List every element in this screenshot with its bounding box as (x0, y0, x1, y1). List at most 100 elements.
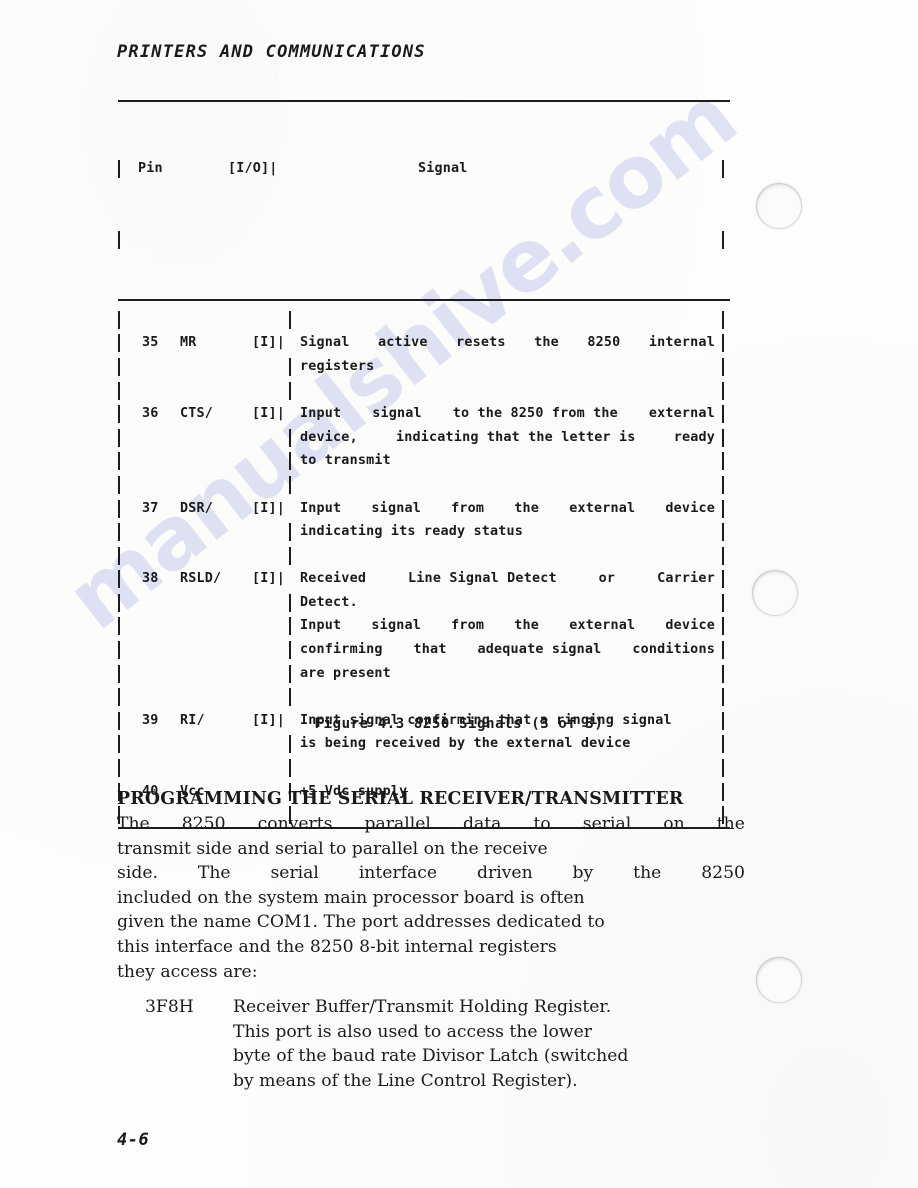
pin-number: 35 (142, 335, 159, 351)
paragraph-word: the (633, 863, 662, 884)
table-row: is being received by the external device (118, 732, 730, 756)
table-column-divider (289, 688, 291, 707)
signal-description-line: registers (300, 358, 375, 374)
signal-word: the (514, 500, 540, 516)
pin-number: 36 (142, 406, 159, 422)
table-column-divider (289, 735, 291, 754)
table-border-right (722, 230, 724, 249)
table-border-right (722, 334, 724, 353)
table-border-right (722, 593, 724, 612)
signal-word: device, (300, 429, 358, 445)
table-border-left (118, 357, 120, 376)
register-address: 3F8H (145, 997, 194, 1017)
paragraph-word: data (462, 814, 502, 834)
table-border-right (722, 782, 724, 801)
signal-word: that (413, 642, 447, 658)
paragraph-word: to (533, 814, 551, 834)
table-border-right (722, 617, 724, 636)
signal-word: from (451, 500, 485, 516)
table-column-divider (289, 546, 291, 565)
pin-signal-name: CTS/ (180, 406, 214, 422)
pin-signal-name: MR (180, 335, 197, 351)
table-border-right (722, 310, 724, 329)
table-border-right (722, 357, 724, 376)
table-border-left (118, 475, 120, 494)
table-row: Detect. (118, 591, 730, 615)
table-border-left (118, 334, 120, 353)
signal-word: adequate signal (477, 642, 602, 658)
table-border-right (722, 381, 724, 400)
table-column-divider (289, 523, 291, 542)
signal-description-line: are present (300, 665, 391, 681)
figure-caption: Figure 4.3 8250 Signals (3 of 3) (314, 716, 604, 732)
table-border-right (722, 759, 724, 778)
table-row: 37 DSR/ [I]| Input signal from the external devi… (118, 497, 730, 521)
signal-description-line: device, indicating that the letter is read… (300, 426, 715, 450)
signal-word: Input (300, 500, 342, 516)
table-column-divider (289, 759, 291, 778)
table-column-divider (289, 641, 291, 660)
register-description-line: by means of the Line Control Register). (233, 1070, 578, 1091)
table-border-right (722, 546, 724, 565)
paragraph-word: on (663, 814, 685, 834)
table-column-divider (289, 428, 291, 447)
register-description-line: This port is also used to access the low… (233, 1021, 592, 1042)
signal-word: device (665, 618, 715, 634)
table-border-left (118, 735, 120, 754)
pin-io-direction: [I]| (251, 571, 285, 587)
register-entry: 3F8H Receiver Buffer/Transmit Holding Reg… (145, 995, 745, 1093)
table-border-left (118, 617, 120, 636)
table-column-divider (289, 310, 291, 329)
hole-punch-mark-2 (752, 570, 798, 616)
table-border-left (118, 160, 120, 179)
column-header-io: [I/O]| (228, 161, 278, 177)
table-border-left (118, 523, 120, 542)
document-page: manualshive.com PRINTERS AND COMMUNICATI… (0, 0, 918, 1188)
table-border-left (118, 452, 120, 471)
table-border-left (118, 641, 120, 660)
table-border-right (722, 735, 724, 754)
hole-punch-mark-1 (756, 183, 802, 229)
paragraph-word: driven (476, 863, 533, 884)
table-row: 38 RSLD/ [I]| Received Line Signal Detect or C… (118, 567, 730, 591)
register-first-line: 3F8H Receiver Buffer/Transmit Holding Reg… (145, 995, 745, 1020)
register-description-line: Receiver Buffer/Transmit Holding Registe… (233, 997, 612, 1017)
signal-description-line: confirming that adequate signal conditions (300, 638, 715, 662)
table-border-right (722, 428, 724, 447)
signal-description-line: Detect. (300, 594, 358, 610)
signal-description-line: Input signal to the 8250 from the external (300, 402, 715, 426)
paragraph-line: they access are: (117, 961, 258, 982)
signal-word: conditions (632, 642, 715, 658)
signal-word: resets (456, 335, 506, 351)
table-column-divider (289, 452, 291, 471)
hole-punch-mark-3 (756, 957, 802, 1003)
signal-description-line: Received Line Signal Detect or Carrier (300, 567, 715, 591)
pin-signal-name: RSLD/ (180, 571, 222, 587)
pin-io-direction: [I]| (251, 500, 285, 516)
table-border-left (118, 546, 120, 565)
signal-word: active (378, 335, 428, 351)
table-column-divider (289, 475, 291, 494)
signal-word: from (451, 618, 485, 634)
signal-description-line: to transmit (300, 453, 391, 469)
paragraph-line: transmit side and serial to parallel on … (117, 838, 548, 859)
pin-number: 37 (142, 500, 159, 516)
pin-io-direction: [I]| (251, 335, 285, 351)
signal-word: signal (371, 618, 421, 634)
signal-word: Line Signal Detect (408, 571, 557, 587)
table-spacer-row (118, 308, 730, 332)
paragraph-line: this interface and the 8250 8-bit intern… (117, 936, 557, 957)
table-border-left (118, 428, 120, 447)
signal-word: external (648, 406, 715, 422)
paragraph-word: interface (358, 863, 438, 884)
table-row: are present (118, 662, 730, 686)
table-row: 36 CTS/ [I]| Input signal to the 8250 from th… (118, 402, 730, 426)
paragraph-line: given the name COM1. The port addresses … (117, 912, 605, 933)
signal-word: to the 8250 from the (452, 406, 618, 422)
column-header-signal: Signal (418, 161, 468, 177)
paragraph-word: converts (257, 814, 333, 834)
table-border-right (722, 452, 724, 471)
table-border-left (118, 381, 120, 400)
signal-word: Input (300, 406, 342, 422)
signal-word: or (598, 571, 616, 587)
